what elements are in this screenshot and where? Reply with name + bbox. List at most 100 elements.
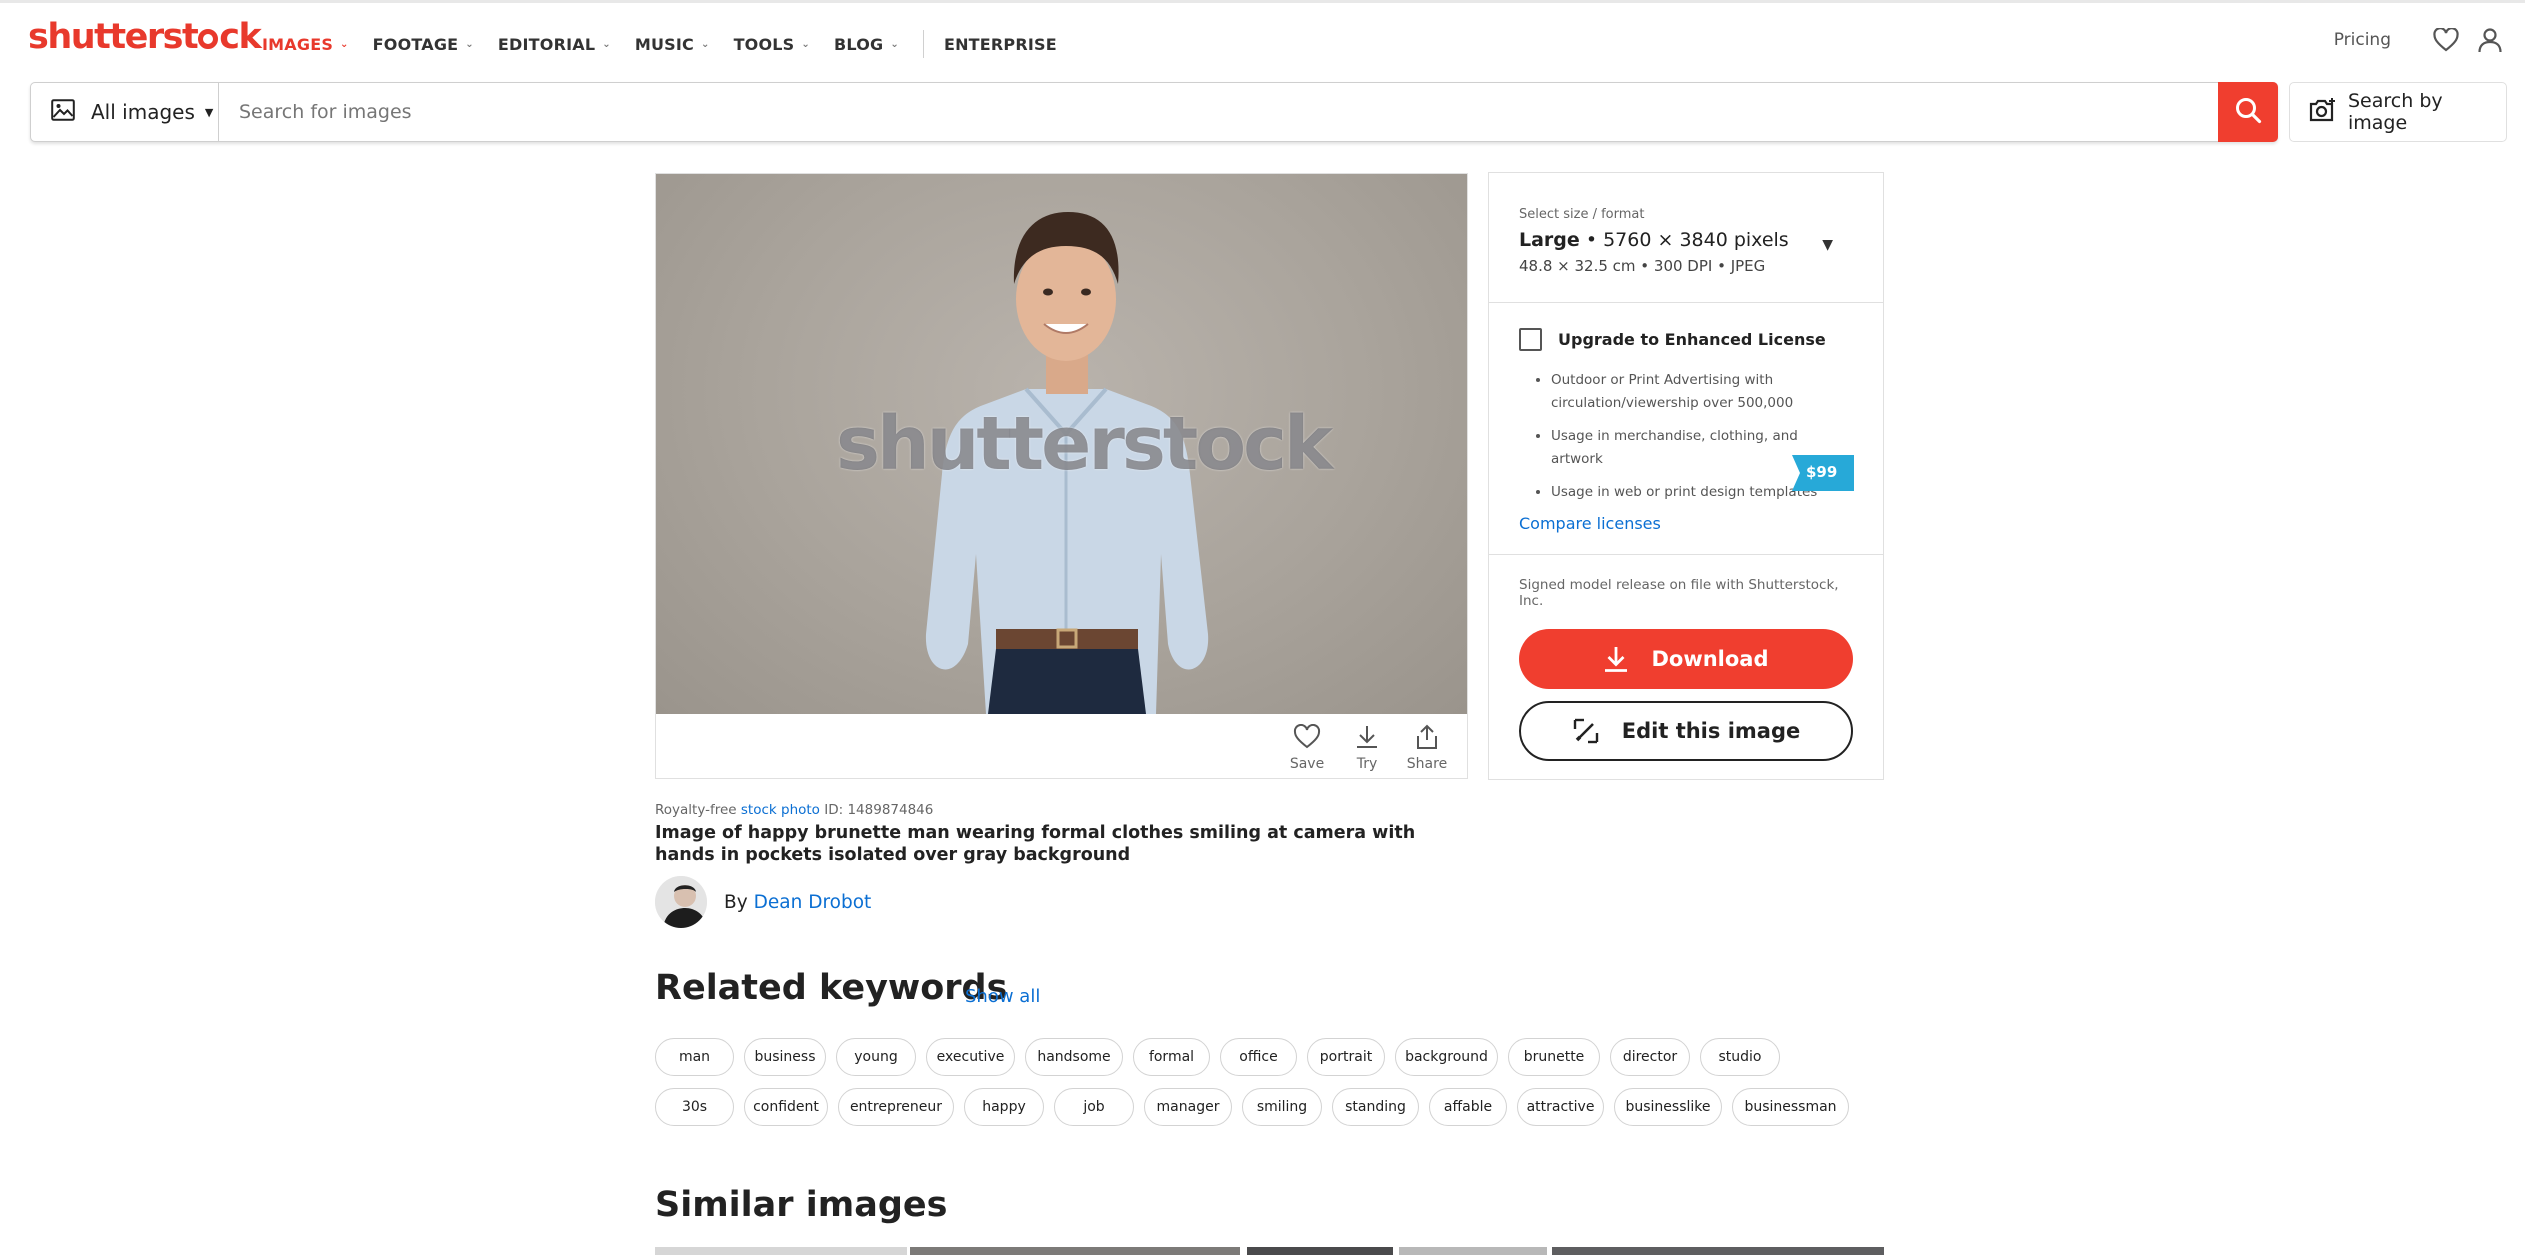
by-label: By	[724, 891, 748, 913]
save-label: Save	[1289, 756, 1325, 772]
keyword-chip[interactable]: confident	[744, 1088, 828, 1126]
watermark: shutterstock	[836, 401, 1333, 487]
keyword-chip[interactable]: standing	[1332, 1088, 1419, 1126]
try-button[interactable]: Try	[1337, 724, 1397, 772]
keyword-chip[interactable]: 30s	[655, 1088, 734, 1126]
nav-item-tools[interactable]: TOOLS ⌄	[734, 35, 810, 54]
keyword-chip[interactable]: attractive	[1517, 1088, 1604, 1126]
nav-item-images[interactable]: IMAGES ⌄	[262, 35, 349, 54]
size-format-selector[interactable]: Select size / format Large • 5760 × 3840…	[1489, 173, 1883, 303]
search-icon	[2234, 96, 2262, 128]
nav-item-label: BLOG	[834, 34, 884, 54]
shutterstock-logo[interactable]: shutterst ck	[28, 17, 262, 57]
chevron-down-icon: ⌄	[890, 38, 899, 50]
keyword-chip[interactable]: man	[655, 1038, 734, 1076]
chevron-down-icon: ⌄	[700, 38, 710, 50]
caret-down-icon: ▼	[1822, 237, 1833, 253]
author-row: By Dean Drobot	[655, 876, 871, 928]
license-panel: Select size / format Large • 5760 × 3840…	[1488, 172, 1884, 780]
edit-image-button[interactable]: Edit this image	[1519, 701, 1853, 761]
chevron-down-icon: ⌄	[801, 38, 810, 50]
keyword-chip[interactable]: manager	[1144, 1088, 1232, 1126]
similar-image-thumbnail[interactable]	[1247, 1247, 1393, 1255]
keyword-chip[interactable]: office	[1220, 1038, 1297, 1076]
author-credit: By Dean Drobot	[724, 892, 871, 913]
enhanced-license-section: Upgrade to Enhanced License $99 Outdoor …	[1489, 303, 1883, 555]
main-nav-menu: IMAGES ⌄ FOOTAGE ⌄ EDITORIAL ⌄ MUSIC ⌄ TOOLS…	[262, 30, 1081, 58]
upgrade-price: $99	[1806, 463, 1838, 481]
selected-size: Large • 5760 × 3840 pixels	[1519, 229, 1853, 251]
try-label: Try	[1356, 756, 1378, 772]
edit-icon	[1573, 718, 1598, 744]
size-name: Large	[1519, 229, 1580, 251]
image-actions: Save Try Share	[1277, 724, 1457, 772]
nav-item-label: EDITORIAL	[497, 34, 596, 54]
similar-image-thumbnail[interactable]	[910, 1247, 1240, 1255]
search-button[interactable]	[2218, 82, 2278, 142]
search-input[interactable]	[219, 83, 2218, 141]
download-icon	[1605, 647, 1628, 672]
keyword-chip[interactable]: portrait	[1307, 1038, 1385, 1076]
keyword-chip[interactable]: studio	[1700, 1038, 1780, 1076]
upgrade-license-label: Upgrade to Enhanced License	[1558, 330, 1826, 349]
asset-type-dropdown[interactable]: All images ▼	[31, 83, 219, 141]
chevron-down-icon: ⌄	[340, 38, 349, 50]
keyword-chip[interactable]: young	[836, 1038, 916, 1076]
nav-right-actions: Pricing	[2334, 25, 2505, 55]
share-label: Share	[1406, 756, 1448, 772]
heart-icon[interactable]	[2431, 25, 2461, 55]
nav-item-editorial[interactable]: EDITORIAL ⌄	[498, 35, 611, 54]
size-format-label: Select size / format	[1519, 207, 1645, 222]
chevron-down-icon: ⌄	[465, 38, 474, 50]
keyword-chip[interactable]: business	[744, 1038, 826, 1076]
keyword-chip[interactable]: formal	[1133, 1038, 1210, 1076]
compare-licenses-link[interactable]: Compare licenses	[1519, 514, 1853, 533]
search-by-image-label: Search by image	[2348, 90, 2443, 134]
image-meta-line: Royalty-free stock photo ID: 1489874846	[655, 802, 933, 818]
keyword-chip[interactable]: businessman	[1732, 1088, 1849, 1126]
edit-image-label: Edit this image	[1621, 719, 1801, 743]
keyword-chip[interactable]: executive	[926, 1038, 1015, 1076]
save-button[interactable]: Save	[1277, 724, 1337, 772]
stock-photo-preview[interactable]: shutterstock	[656, 174, 1467, 714]
keyword-chip[interactable]: smiling	[1242, 1088, 1322, 1126]
similar-image-thumbnail[interactable]	[1552, 1247, 1884, 1255]
image-preview-card: shutterstock Save Try Share	[655, 173, 1468, 779]
nav-item-blog[interactable]: BLOG ⌄	[834, 35, 899, 54]
nav-item-label: IMAGES	[262, 34, 334, 54]
keyword-chip[interactable]: affable	[1429, 1088, 1507, 1126]
similar-image-thumbnail[interactable]	[655, 1247, 907, 1255]
image-title: Image of happy brunette man wearing form…	[655, 823, 1416, 865]
nav-item-footage[interactable]: FOOTAGE ⌄	[373, 35, 474, 54]
pricing-link[interactable]: Pricing	[2334, 30, 2391, 50]
caret-down-icon: ▼	[204, 105, 214, 119]
image-icon	[51, 98, 75, 126]
size-pixels: • 5760 × 3840 pixels	[1585, 229, 1789, 251]
keyword-chip[interactable]: handsome	[1025, 1038, 1123, 1076]
user-icon[interactable]	[2475, 25, 2505, 55]
author-link[interactable]: Dean Drobot	[754, 892, 872, 913]
nav-item-label: TOOLS	[733, 34, 795, 54]
model-release-note: Signed model release on file with Shutte…	[1519, 577, 1839, 609]
keyword-chip[interactable]: businesslike	[1614, 1088, 1722, 1126]
keyword-chip[interactable]: director	[1610, 1038, 1690, 1076]
search-by-image-button[interactable]: Search by image	[2289, 82, 2507, 142]
keyword-chip[interactable]: job	[1054, 1088, 1134, 1126]
nav-item-enterprise[interactable]: ENTERPRISE	[944, 35, 1057, 54]
upgrade-license-checkbox[interactable]	[1519, 328, 1542, 351]
stock-photo-link[interactable]: stock photo	[741, 802, 820, 818]
price-tag: $99	[1792, 455, 1854, 491]
upgrade-license-option[interactable]: Upgrade to Enhanced License	[1519, 328, 1853, 351]
search-bar: All images ▼	[30, 82, 2278, 142]
keyword-chip[interactable]: brunette	[1508, 1038, 1600, 1076]
keyword-chip[interactable]: background	[1395, 1038, 1498, 1076]
nav-item-label: MUSIC	[634, 34, 694, 54]
download-button[interactable]: Download	[1519, 629, 1853, 689]
keyword-chip[interactable]: entrepreneur	[838, 1088, 954, 1126]
share-button[interactable]: Share	[1397, 724, 1457, 772]
keyword-chip[interactable]: happy	[964, 1088, 1044, 1126]
show-all-keywords-link[interactable]: Show all	[965, 986, 1040, 1007]
nav-item-music[interactable]: MUSIC ⌄	[635, 35, 710, 54]
author-avatar[interactable]	[655, 876, 707, 928]
similar-image-thumbnail[interactable]	[1399, 1247, 1547, 1255]
